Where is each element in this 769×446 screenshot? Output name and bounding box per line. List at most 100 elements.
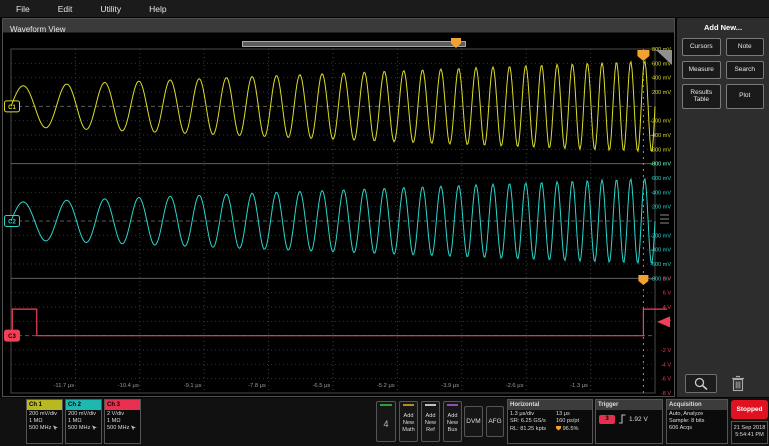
add-new-title: Add New... — [677, 23, 769, 32]
add-new-buttons: Cursors Note Measure Search Results Tabl… — [682, 38, 764, 109]
horizontal-resolution: 160 ps/pt — [556, 418, 592, 425]
svg-text:-200 mV: -200 mV — [650, 119, 671, 125]
plot-button[interactable]: Plot — [726, 84, 765, 110]
bus-line1: Add — [448, 413, 458, 420]
trash-icon[interactable] — [731, 375, 745, 392]
note-button[interactable]: Note — [726, 38, 765, 56]
afg-button[interactable]: AFG — [486, 406, 504, 437]
ref-line2: New — [425, 420, 436, 427]
horizontal-samplerate: SR: 6.25 GS/s — [510, 418, 556, 425]
svg-text:4 V: 4 V — [663, 305, 672, 311]
ref-line1: Add — [426, 413, 436, 420]
svg-text:6 V: 6 V — [663, 291, 672, 297]
bottom-badge-bar: Ch 1 200 mV/div 1 MΩ 500 MHz Ch 2 200 mV… — [0, 398, 769, 446]
svg-text:8 V: 8 V — [663, 276, 672, 282]
ch3-badge-header: Ch 3 — [105, 400, 140, 410]
svg-text:-7.8 μs: -7.8 μs — [248, 383, 266, 389]
ch1-badge[interactable]: Ch 1 200 mV/div 1 MΩ 500 MHz — [26, 399, 63, 444]
rising-edge-icon — [618, 414, 626, 424]
measure-button[interactable]: Measure — [682, 61, 721, 79]
trigger-position-icon — [556, 426, 561, 431]
probe-icon — [53, 425, 58, 430]
horizontal-scale: 1.3 μs/div — [510, 411, 556, 418]
horizontal-badge-header: Horizontal — [508, 400, 592, 410]
graticule-plot[interactable]: -11.7 μs-10.4 μs-9.1 μs-7.8 μs-6.5 μs-5.… — [3, 19, 674, 396]
ch2-impedance: 1 MΩ — [68, 418, 101, 425]
svg-text:-11.7 μs: -11.7 μs — [53, 383, 74, 389]
trigger-badge[interactable]: Trigger 3 1.92 V — [595, 399, 663, 444]
add-new-bus-button[interactable]: Add New Bus — [443, 401, 462, 442]
date-text: 21 Sep 2018 — [732, 425, 767, 432]
ch2-scale: 200 mV/div — [68, 411, 101, 418]
svg-text:-9.1 μs: -9.1 μs — [184, 383, 202, 389]
svg-text:-1.3 μs: -1.3 μs — [570, 383, 588, 389]
add-new-panel: Add New... Cursors Note Measure Search R… — [677, 18, 769, 397]
svg-text:600 mV: 600 mV — [652, 61, 671, 67]
acquisition-badge-header: Acquisition — [667, 400, 727, 410]
ch1-badge-header: Ch 1 — [27, 400, 62, 410]
add-new-ref-button[interactable]: Add New Ref — [421, 401, 440, 442]
acquisition-mode: Auto, Analyze — [669, 411, 727, 418]
add-new-math-button[interactable]: Add New Math — [399, 401, 418, 442]
ref-line3: Ref — [426, 427, 435, 434]
run-stop-button[interactable]: Stopped — [731, 400, 768, 419]
menu-bar: File Edit Utility Help — [0, 0, 769, 17]
svg-text:C1: C1 — [8, 105, 16, 111]
horizontal-window: 13 μs — [556, 411, 592, 418]
svg-text:-600 mV: -600 mV — [650, 147, 671, 153]
svg-text:200 mV: 200 mV — [652, 90, 671, 96]
trigger-source-icon: 3 — [599, 415, 615, 424]
waveform-view: Waveform View -11.7 μs-10.4 μs-9.1 μs-7.… — [2, 18, 675, 397]
ch3-bandwidth: 500 MHz — [107, 425, 129, 431]
horizontal-recordlength: RL: 81.25 kpts — [510, 426, 556, 433]
svg-text:800 mV: 800 mV — [652, 162, 671, 168]
horizontal-badge[interactable]: Horizontal 1.3 μs/div 13 μs SR: 6.25 GS/… — [507, 399, 593, 444]
results-table-button[interactable]: Results Table — [682, 84, 721, 110]
magnifier-icon — [693, 377, 709, 391]
svg-text:-4 V: -4 V — [661, 362, 671, 368]
cursors-button[interactable]: Cursors — [682, 38, 721, 56]
svg-text:-3.9 μs: -3.9 μs — [441, 383, 459, 389]
horizontal-position: 96.5% — [563, 426, 579, 432]
acquisition-count: 606 Acqs — [669, 425, 727, 432]
svg-text:400 mV: 400 mV — [652, 76, 671, 82]
svg-text:-8 V: -8 V — [661, 391, 671, 396]
ch1-impedance: 1 MΩ — [29, 418, 62, 425]
probe-icon — [92, 425, 97, 430]
ch4-button[interactable]: 4 — [376, 401, 396, 442]
search-button[interactable]: Search — [726, 61, 765, 79]
svg-text:C2: C2 — [8, 220, 16, 226]
ch2-bandwidth: 500 MHz — [68, 425, 90, 431]
svg-text:400 mV: 400 mV — [652, 190, 671, 196]
svg-text:-6.5 μs: -6.5 μs — [312, 383, 330, 389]
svg-text:-600 mV: -600 mV — [650, 262, 671, 268]
dvm-button[interactable]: DVM — [464, 406, 483, 437]
oscilloscope-screen: File Edit Utility Help Waveform View -11… — [0, 0, 769, 446]
bus-line3: Bus — [448, 427, 458, 434]
ch2-badge[interactable]: Ch 2 200 mV/div 1 MΩ 500 MHz — [65, 399, 102, 444]
svg-text:-2.6 μs: -2.6 μs — [506, 383, 524, 389]
acquisition-badge[interactable]: Acquisition Auto, Analyze Sample: 8 bits… — [666, 399, 728, 444]
bus-line2: New — [447, 420, 458, 427]
math-line2: New — [403, 420, 414, 427]
math-line3: Math — [402, 427, 414, 434]
menu-edit[interactable]: Edit — [58, 4, 73, 14]
math-line1: Add — [404, 413, 414, 420]
ch3-badge[interactable]: Ch 3 2 V/div 1 MΩ 500 MHz — [104, 399, 141, 444]
menu-file[interactable]: File — [16, 4, 30, 14]
svg-text:-6 V: -6 V — [661, 377, 671, 383]
probe-icon — [131, 425, 136, 430]
ch1-bandwidth: 500 MHz — [29, 425, 51, 431]
datetime-display: 21 Sep 2018 5:54:41 PM — [731, 421, 768, 444]
menu-help[interactable]: Help — [149, 4, 166, 14]
ch4-label: 4 — [383, 406, 388, 441]
ch1-scale: 200 mV/div — [29, 411, 62, 418]
menu-utility[interactable]: Utility — [100, 4, 121, 14]
ch3-scale: 2 V/div — [107, 411, 140, 418]
svg-text:-200 mV: -200 mV — [650, 233, 671, 239]
trigger-badge-header: Trigger — [596, 400, 662, 410]
trigger-level: 1.92 V — [629, 416, 648, 423]
svg-text:-10.4 μs: -10.4 μs — [118, 383, 139, 389]
horizontal-pan-slider[interactable] — [242, 41, 466, 47]
zoom-magnifier-button[interactable] — [685, 374, 717, 393]
